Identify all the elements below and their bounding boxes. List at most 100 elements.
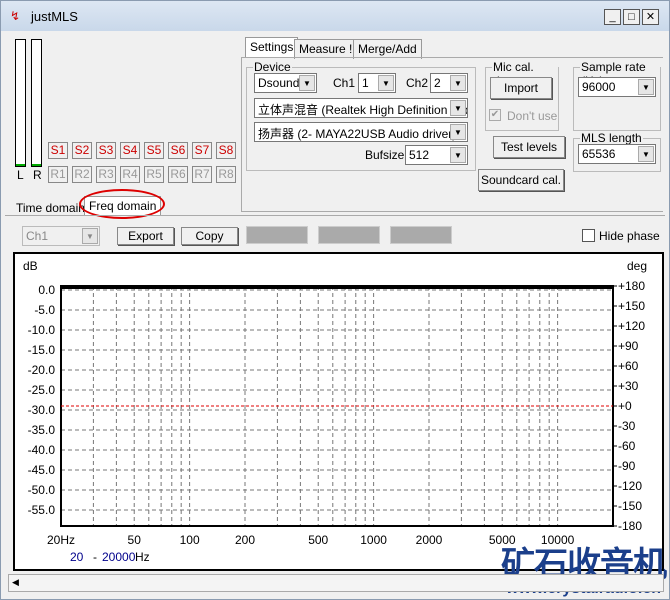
range-from: 20 [70,550,84,564]
divider [5,215,665,216]
y2-tick-label: +90 [618,339,639,353]
output-device-select[interactable]: 扬声器 (2- MAYA22USB Audio driver) ▼ [254,122,468,142]
copy-button[interactable]: Copy [181,227,238,245]
slot-s6-button[interactable]: S6 [168,142,188,159]
status-box-2 [318,226,380,244]
mls-length-label: MLS length [580,131,643,145]
x-tick-label: 500 [308,533,328,547]
slot-r2-button[interactable]: R2 [72,166,92,183]
chevron-down-icon: ▼ [450,124,466,140]
chevron-down-icon: ▼ [450,75,466,91]
maximize-button[interactable]: □ [623,9,640,25]
input-device-select[interactable]: 立体声混音 (Realtek High Definition Audio) ▼ [254,98,468,118]
bufsize-label: Bufsize [365,148,405,162]
y2-tick-label: +180 [618,279,645,293]
meter-label-left: L [17,168,24,182]
y-tick-label: -20.0 [28,363,56,377]
y2-tick-label: +120 [618,319,645,333]
scroll-left-icon[interactable]: ◀ [12,577,19,588]
tab-time-domain[interactable]: Time domain [12,199,89,219]
chevron-down-icon: ▼ [82,228,98,244]
level-meter-left [15,39,26,167]
slot-r5-button[interactable]: R5 [144,166,164,183]
chevron-down-icon: ▼ [378,75,394,91]
y-tick-label: -35.0 [28,423,56,437]
x-tick-label: 200 [235,533,255,547]
import-button[interactable]: Import [490,77,552,99]
slot-r8-button[interactable]: R8 [216,166,236,183]
slot-r1-button[interactable]: R1 [48,166,68,183]
meter-label-right: R [33,168,42,182]
slot-s2-button[interactable]: S2 [72,142,92,159]
slot-r4-button[interactable]: R4 [120,166,140,183]
dont-use-label: Don't use [507,109,558,123]
channel-value: Ch1 [26,229,49,243]
slot-s4-button[interactable]: S4 [120,142,140,159]
x-tick-label: 2000 [416,533,443,547]
y2-tick-label: +30 [618,379,639,393]
title-bar: ↯ justMLS _ □ ✕ [1,1,669,31]
y-axis-label: dB [23,259,38,273]
app-window: ↯ justMLS _ □ ✕ L R S1 S2 S3 S4 S5 S6 S7 S8 R1 R2… [0,0,670,600]
y-tick-label: -25.0 [28,383,56,397]
tab-measure[interactable]: Measure ! [294,39,358,59]
slot-s1-button[interactable]: S1 [48,142,68,159]
y-tick-label: -30.0 [28,403,56,417]
close-button[interactable]: ✕ [642,9,659,25]
x-tick-label: 1000 [360,533,387,547]
range-to: 20000 [102,550,136,564]
y2-tick-label: -180 [618,519,642,533]
ch1-value: 1 [362,76,369,90]
ch1-label: Ch1 [333,76,356,90]
slot-s7-button[interactable]: S7 [192,142,212,159]
x-tick-label: 50 [128,533,142,547]
x-tick-label: 20Hz [47,533,75,547]
bufsize-value: 512 [409,148,430,162]
y2-tick-label: +150 [618,299,645,313]
y2-tick-label: -120 [618,479,642,493]
status-box-1 [246,226,308,244]
x-tick-label: 100 [180,533,200,547]
tab-settings[interactable]: Settings [245,37,299,57]
slot-s8-button[interactable]: S8 [216,142,236,159]
slot-r6-button[interactable]: R6 [168,166,188,183]
ch2-select[interactable]: 2 ▼ [430,73,468,93]
slot-s3-button[interactable]: S3 [96,142,116,159]
level-meter-right [31,39,42,167]
soundcard-cal-button[interactable]: Soundcard cal. [478,169,564,191]
export-button[interactable]: Export [117,227,174,245]
chevron-down-icon: ▼ [638,79,654,95]
slot-r7-button[interactable]: R7 [192,166,212,183]
ch2-label: Ch2 [406,76,429,90]
input-device-value: 立体声混音 (Realtek High Definition Audio) [258,103,468,117]
y-tick-label: -50.0 [28,483,56,497]
test-levels-button[interactable]: Test levels [493,136,565,158]
y-tick-label: 0.0 [38,283,55,297]
status-box-3 [390,226,452,244]
chevron-down-icon: ▼ [450,147,466,163]
horizontal-scrollbar[interactable]: ◀ [8,574,664,592]
y2-tick-label: -60 [618,439,636,453]
plot-area: 0.0 -5.0 -10.0 -15.0 -20.0 -25.0 -30.0 -35.0 -40… [13,252,664,571]
tab-merge-add[interactable]: Merge/Add [353,39,422,59]
driver-select[interactable]: Dsound ▼ [254,73,317,93]
mls-length-select[interactable]: 65536 ▼ [578,144,656,164]
channel-select[interactable]: Ch1 ▼ [22,226,100,246]
output-device-value: 扬声器 (2- MAYA22USB Audio driver) [258,127,457,141]
minimize-button[interactable]: _ [604,9,621,25]
ch1-select[interactable]: 1 ▼ [358,73,396,93]
ch2-value: 2 [434,76,441,90]
dont-use-checkbox[interactable]: ✔ [489,109,501,121]
bufsize-select[interactable]: 512 ▼ [405,145,468,165]
hide-phase-checkbox[interactable] [582,229,595,242]
sample-rate-select[interactable]: 96000 ▼ [578,77,656,97]
range-unit: Hz [135,550,150,564]
chevron-down-icon: ▼ [638,146,654,162]
y-tick-label: -40.0 [28,443,56,457]
y2-tick-label: +0 [618,399,632,413]
slot-r3-button[interactable]: R3 [96,166,116,183]
y2-tick-label: -150 [618,499,642,513]
chevron-down-icon: ▼ [299,75,315,91]
slot-s5-button[interactable]: S5 [144,142,164,159]
frequency-response-chart[interactable]: 0.0 -5.0 -10.0 -15.0 -20.0 -25.0 -30.0 -35.0 -40… [15,254,662,569]
